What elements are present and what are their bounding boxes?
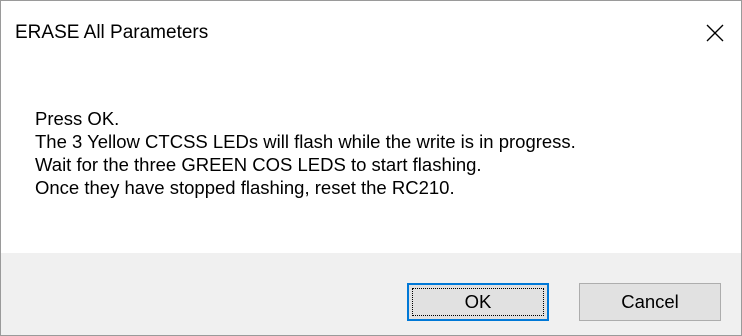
dialog-content: Press OK. The 3 Yellow CTCSS LEDs will f… xyxy=(1,65,741,253)
title-bar: ERASE All Parameters xyxy=(1,1,741,65)
message-line-2: The 3 Yellow CTCSS LEDs will flash while… xyxy=(35,131,576,152)
ok-button-label: OK xyxy=(464,291,492,312)
close-button[interactable] xyxy=(689,1,741,65)
message-line-3: Wait for the three GREEN COS LEDS to sta… xyxy=(35,154,482,175)
button-bar: OK Cancel xyxy=(1,253,741,335)
message-text: Press OK. The 3 Yellow CTCSS LEDs will f… xyxy=(35,107,576,199)
close-icon xyxy=(706,24,724,42)
cancel-button-label: Cancel xyxy=(621,291,679,312)
message-line-1: Press OK. xyxy=(35,108,120,129)
message-dialog: ERASE All Parameters Press OK. The 3 Yel… xyxy=(0,0,742,336)
ok-button[interactable]: OK xyxy=(407,283,549,321)
window-title: ERASE All Parameters xyxy=(15,22,209,43)
cancel-button[interactable]: Cancel xyxy=(579,283,721,321)
message-line-4: Once they have stopped flashing, reset t… xyxy=(35,177,455,198)
